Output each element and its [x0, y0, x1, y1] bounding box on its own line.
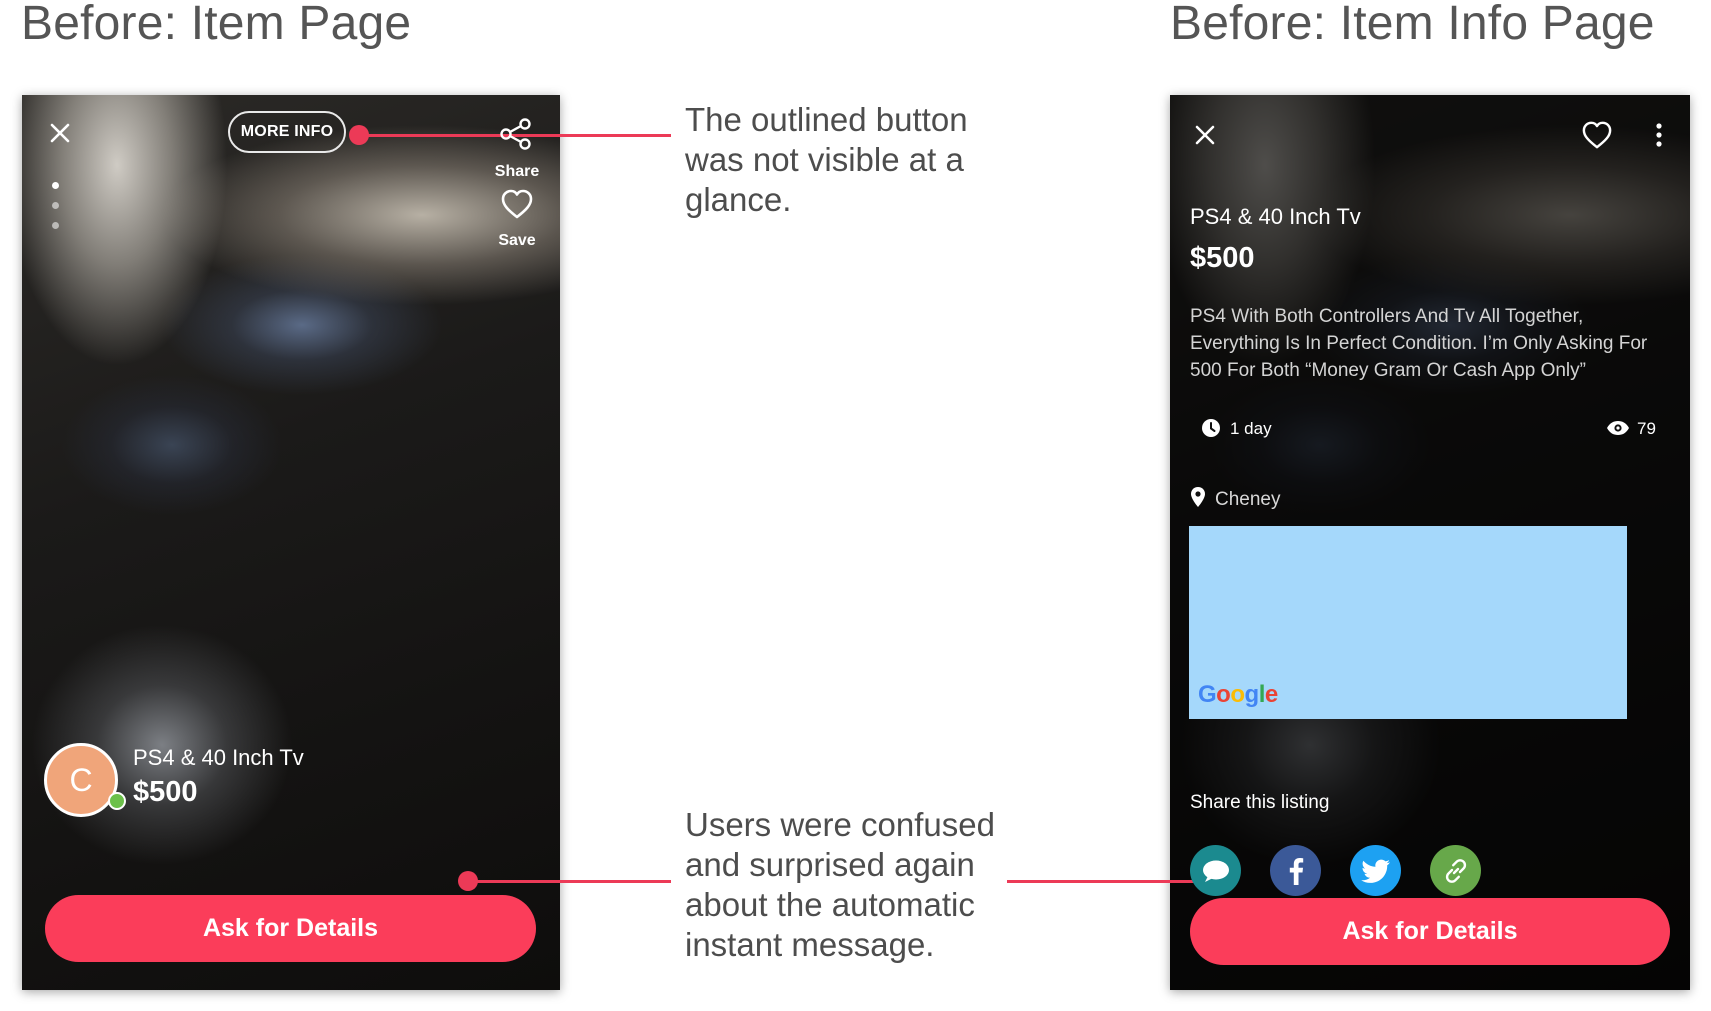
more-vert-icon[interactable] [1655, 122, 1663, 148]
close-icon[interactable] [48, 121, 72, 145]
item-title: PS4 & 40 Inch Tv [133, 745, 304, 770]
item-page-screen: MORE INFO Share Save C PS4 & 40 Inch Tv … [22, 95, 560, 990]
ask-for-details-button[interactable]: Ask for Details [1190, 898, 1670, 965]
annotation-bottom-connector-left [468, 880, 671, 883]
annotation-top: The outlined button was not visible at a… [685, 101, 968, 218]
time-posted: 1 day [1230, 419, 1272, 438]
right-heading: Before: Item Info Page [1170, 0, 1655, 50]
link-icon[interactable] [1430, 845, 1481, 896]
item-info-screen: PS4 & 40 Inch Tv $500 PS4 With Both Cont… [1170, 95, 1690, 990]
annotation-top-marker [349, 125, 369, 145]
page-dot [52, 182, 59, 189]
heart-icon[interactable] [500, 188, 534, 220]
eye-icon [1606, 420, 1630, 436]
location-text: Cheney [1215, 489, 1281, 510]
photo-page-indicator [52, 182, 62, 242]
verified-badge-icon [108, 792, 126, 810]
page-dot [52, 222, 59, 229]
google-logo: Google [1198, 681, 1278, 708]
left-heading: Before: Item Page [21, 0, 412, 50]
clock-icon [1201, 418, 1221, 438]
annotation-bottom-connector-right [1007, 880, 1209, 883]
annotation-bottom-marker-left [458, 871, 478, 891]
item-description: PS4 With Both Controllers And Tv All Tog… [1190, 306, 1648, 381]
annotation-bottom: Users were confused and surprised again … [685, 806, 995, 963]
item-price: $500 [133, 776, 198, 808]
messenger-icon[interactable] [1190, 845, 1241, 896]
location-pin-icon [1190, 486, 1206, 508]
view-count: 79 [1637, 419, 1656, 438]
page-dot [52, 202, 59, 209]
heart-icon[interactable] [1581, 120, 1613, 150]
share-heading: Share this listing [1190, 792, 1330, 813]
share-label[interactable]: Share [487, 163, 547, 181]
facebook-icon[interactable] [1270, 845, 1321, 896]
more-info-button[interactable]: MORE INFO [228, 111, 346, 153]
info-item-title: PS4 & 40 Inch Tv [1190, 204, 1361, 229]
share-icon[interactable] [499, 117, 533, 151]
ask-for-details-button[interactable]: Ask for Details [45, 895, 536, 962]
twitter-icon[interactable] [1350, 845, 1401, 896]
close-icon[interactable] [1194, 124, 1216, 146]
save-label[interactable]: Save [487, 232, 547, 250]
info-item-price: $500 [1190, 242, 1255, 274]
seller-avatar[interactable]: C [44, 743, 118, 817]
